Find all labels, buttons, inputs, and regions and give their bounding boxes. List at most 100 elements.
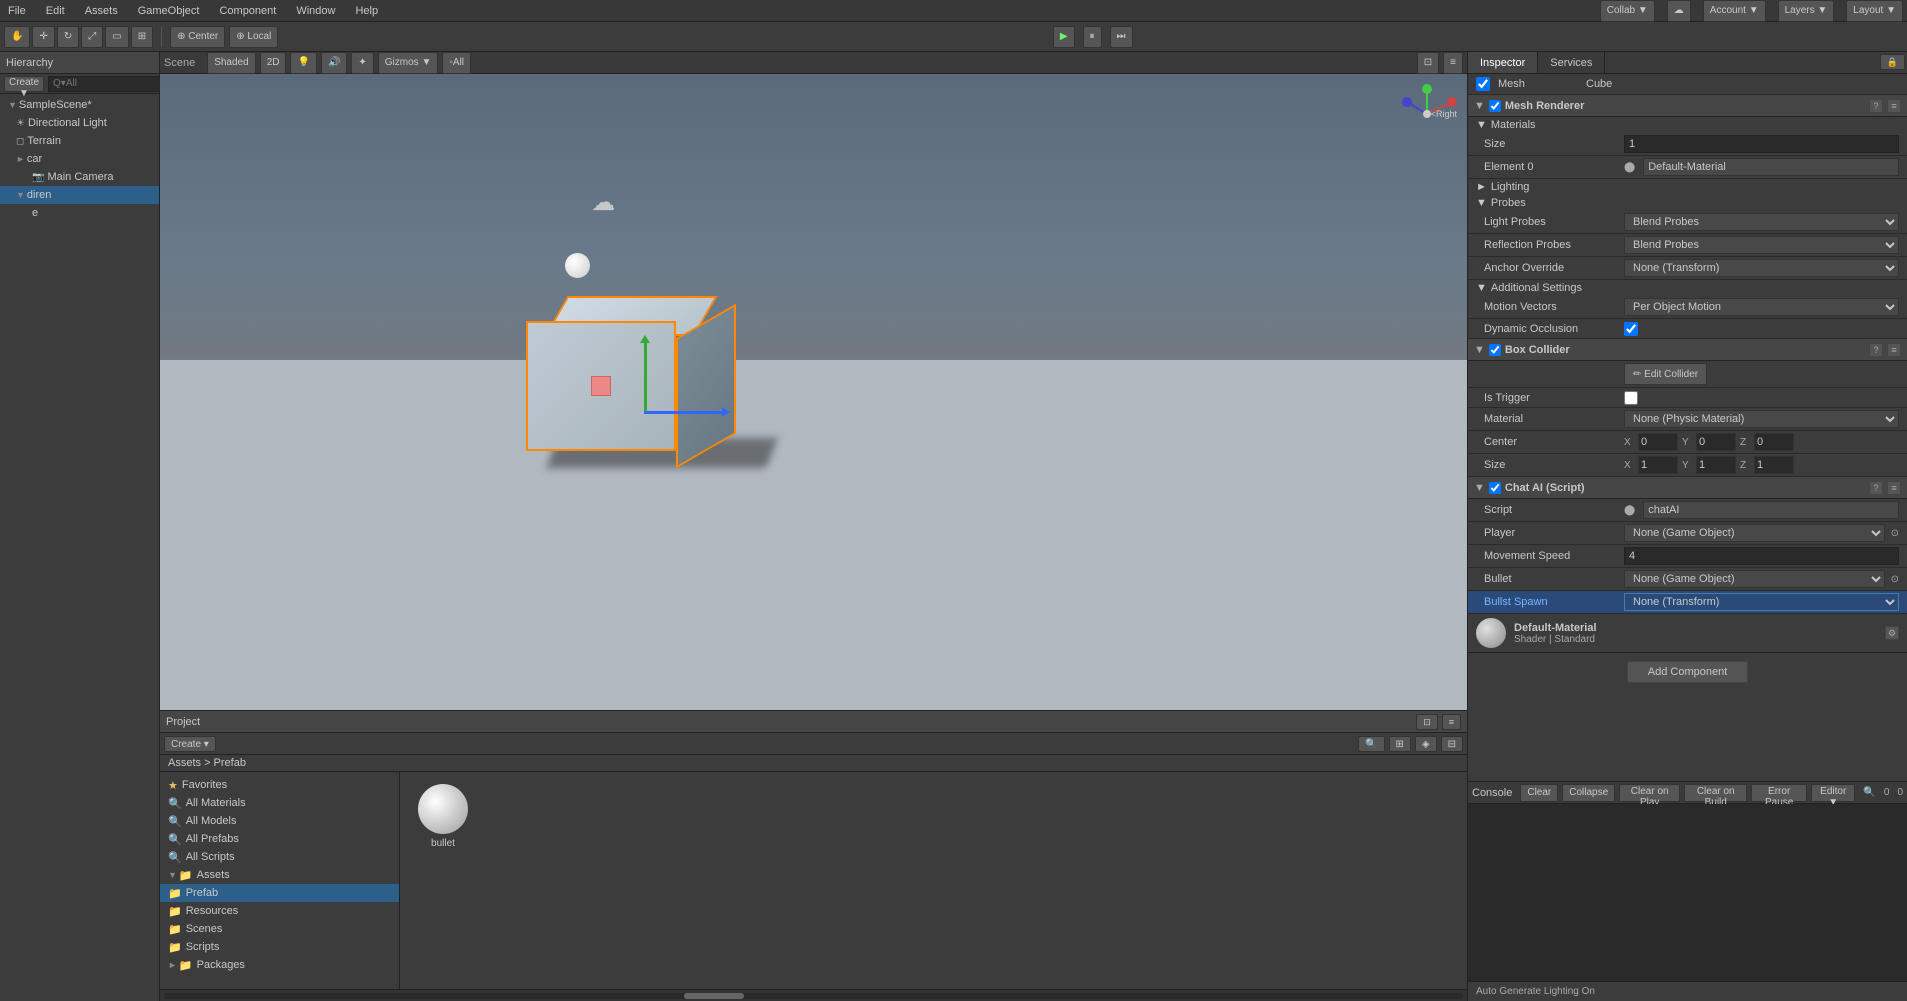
box-collider-enabled[interactable]: [1489, 344, 1501, 356]
step-button[interactable]: ⏭: [1110, 26, 1133, 48]
local-button[interactable]: ⊕ Local: [229, 26, 278, 48]
move-tool[interactable]: ✛: [32, 26, 54, 48]
menu-component[interactable]: Component: [215, 5, 280, 17]
hierarchy-create-btn[interactable]: Create ▼: [4, 76, 44, 92]
menu-assets[interactable]: Assets: [81, 5, 122, 17]
size-x-input[interactable]: [1638, 456, 1678, 474]
hierarchy-item-maincamera[interactable]: 📷 Main Camera: [0, 168, 159, 186]
script-field[interactable]: chatAI: [1643, 501, 1899, 519]
player-circle-btn[interactable]: ⊙: [1891, 528, 1899, 539]
prefab-folder-item[interactable]: 📁 Prefab: [160, 884, 399, 902]
scene-gizmos[interactable]: Gizmos ▼: [378, 52, 439, 74]
scale-tool[interactable]: ⤢: [81, 26, 103, 48]
element0-select[interactable]: Default-Material: [1643, 158, 1899, 176]
add-component-btn[interactable]: Add Component: [1627, 661, 1749, 683]
console-clearonplay-btn[interactable]: Clear on Play: [1619, 784, 1680, 802]
menu-help[interactable]: Help: [351, 5, 382, 17]
all-scripts-item[interactable]: 🔍 All Scripts: [160, 848, 399, 866]
hierarchy-item-diren[interactable]: ▼ diren: [0, 186, 159, 204]
rotate-tool[interactable]: ↻: [57, 26, 79, 48]
transform-tool[interactable]: ⊞: [131, 26, 153, 48]
shaded-button[interactable]: Shaded: [207, 52, 255, 74]
scrollbar-thumb[interactable]: [684, 993, 744, 999]
play-button[interactable]: ▶: [1053, 26, 1075, 48]
mesh-renderer-icon-btn1[interactable]: ?: [1869, 99, 1883, 113]
scene-view[interactable]: ☁: [160, 74, 1467, 710]
layers-button[interactable]: Layers ▼: [1778, 0, 1835, 22]
favorites-header[interactable]: ★ Favorites: [160, 776, 399, 794]
hierarchy-item-directionallight[interactable]: ☀ Directional Light: [0, 114, 159, 132]
pause-button[interactable]: ⏸: [1083, 26, 1102, 48]
project-tool2[interactable]: ◈: [1415, 736, 1437, 752]
center-z-input[interactable]: [1754, 433, 1794, 451]
scenes-folder-item[interactable]: 📁 Scenes: [160, 920, 399, 938]
all-materials-item[interactable]: 🔍 All Materials: [160, 794, 399, 812]
2d-button[interactable]: 2D: [260, 52, 287, 74]
project-maximize[interactable]: ⊡: [1416, 714, 1438, 730]
audio-button[interactable]: 🔊: [321, 52, 347, 74]
player-select[interactable]: None (Game Object): [1624, 524, 1885, 542]
edit-collider-btn[interactable]: ✏ Edit Collider: [1624, 363, 1707, 385]
project-tool1[interactable]: ⊞: [1389, 736, 1411, 752]
all-prefabs-item[interactable]: 🔍 All Prefabs: [160, 830, 399, 848]
size-y-input[interactable]: [1696, 456, 1736, 474]
account-button[interactable]: Account ▼: [1703, 0, 1766, 22]
chat-ai-header[interactable]: ▼ Chat AI (Script) ? ≡: [1468, 477, 1907, 499]
collider-material-select[interactable]: None (Physic Material): [1624, 410, 1899, 428]
console-errorpause-btn[interactable]: Error Pause: [1751, 784, 1807, 802]
light-probes-select[interactable]: Blend Probes: [1624, 213, 1899, 231]
anchor-override-select[interactable]: None (Transform): [1624, 259, 1899, 277]
hierarchy-item-e[interactable]: e: [0, 204, 159, 222]
bullet-select[interactable]: None (Game Object): [1624, 570, 1885, 588]
menu-edit[interactable]: Edit: [42, 5, 69, 17]
hierarchy-item-samplescene[interactable]: ▼ SampleScene*: [0, 96, 159, 114]
box-collider-icon-btn2[interactable]: ≡: [1887, 343, 1901, 357]
all-models-item[interactable]: 🔍 All Models: [160, 812, 399, 830]
scene-menu[interactable]: ≡: [1443, 52, 1463, 74]
tab-services[interactable]: Services: [1538, 52, 1605, 73]
movement-speed-input[interactable]: [1624, 547, 1899, 565]
reflection-probes-select[interactable]: Blend Probes: [1624, 236, 1899, 254]
scene-maximize[interactable]: ⊡: [1417, 52, 1439, 74]
scene-cube[interactable]: [526, 296, 726, 456]
dynamic-occlusion-checkbox[interactable]: [1624, 322, 1638, 336]
bullet-circle-btn[interactable]: ⊙: [1891, 574, 1899, 585]
project-tool3[interactable]: ⊟: [1441, 736, 1463, 752]
scripts-folder-item[interactable]: 📁 Scripts: [160, 938, 399, 956]
menu-file[interactable]: File: [4, 5, 30, 17]
material-settings-btn[interactable]: ⚙: [1885, 626, 1899, 640]
chat-ai-enabled[interactable]: [1489, 482, 1501, 494]
materials-section[interactable]: ▼ Materials: [1468, 117, 1907, 133]
hierarchy-item-car[interactable]: ► car: [0, 150, 159, 168]
menu-gameobject[interactable]: GameObject: [134, 5, 204, 17]
console-clearonbuild-btn[interactable]: Clear on Build: [1684, 784, 1747, 802]
hand-tool[interactable]: ✋: [4, 26, 30, 48]
fx-button[interactable]: ✦: [351, 52, 373, 74]
probes-section[interactable]: ▼ Probes: [1468, 195, 1907, 211]
scrollbar-track[interactable]: [164, 993, 1463, 999]
mesh-renderer-header[interactable]: ▼ Mesh Renderer ? ≡: [1468, 95, 1907, 117]
center-x-input[interactable]: [1638, 433, 1678, 451]
cloud-button[interactable]: ☁: [1667, 0, 1691, 22]
object-active-checkbox[interactable]: [1476, 77, 1490, 91]
chat-ai-icon-btn2[interactable]: ≡: [1887, 481, 1901, 495]
center-y-input[interactable]: [1696, 433, 1736, 451]
box-collider-header[interactable]: ▼ Box Collider ? ≡: [1468, 339, 1907, 361]
asset-bullet[interactable]: bullet: [408, 780, 478, 853]
layout-button[interactable]: Layout ▼: [1846, 0, 1903, 22]
project-search-icon[interactable]: 🔍: [1358, 736, 1384, 752]
motion-vectors-select[interactable]: Per Object Motion: [1624, 298, 1899, 316]
hierarchy-item-terrain[interactable]: ◻ Terrain: [0, 132, 159, 150]
rect-tool[interactable]: ▭: [105, 26, 128, 48]
is-trigger-checkbox[interactable]: [1624, 391, 1638, 405]
assets-header[interactable]: ▼ 📁 Assets: [160, 866, 399, 884]
tab-inspector[interactable]: Inspector: [1468, 52, 1538, 73]
mesh-renderer-enabled[interactable]: [1489, 100, 1501, 112]
center-button[interactable]: ⊕ Center: [170, 26, 225, 48]
menu-window[interactable]: Window: [292, 5, 339, 17]
size-field[interactable]: [1624, 135, 1899, 153]
bullst-spawn-select[interactable]: None (Transform): [1624, 593, 1899, 611]
lights-button[interactable]: 💡: [290, 52, 316, 74]
scene-all[interactable]: ◦All: [442, 52, 471, 74]
additional-settings-section[interactable]: ▼ Additional Settings: [1468, 280, 1907, 296]
